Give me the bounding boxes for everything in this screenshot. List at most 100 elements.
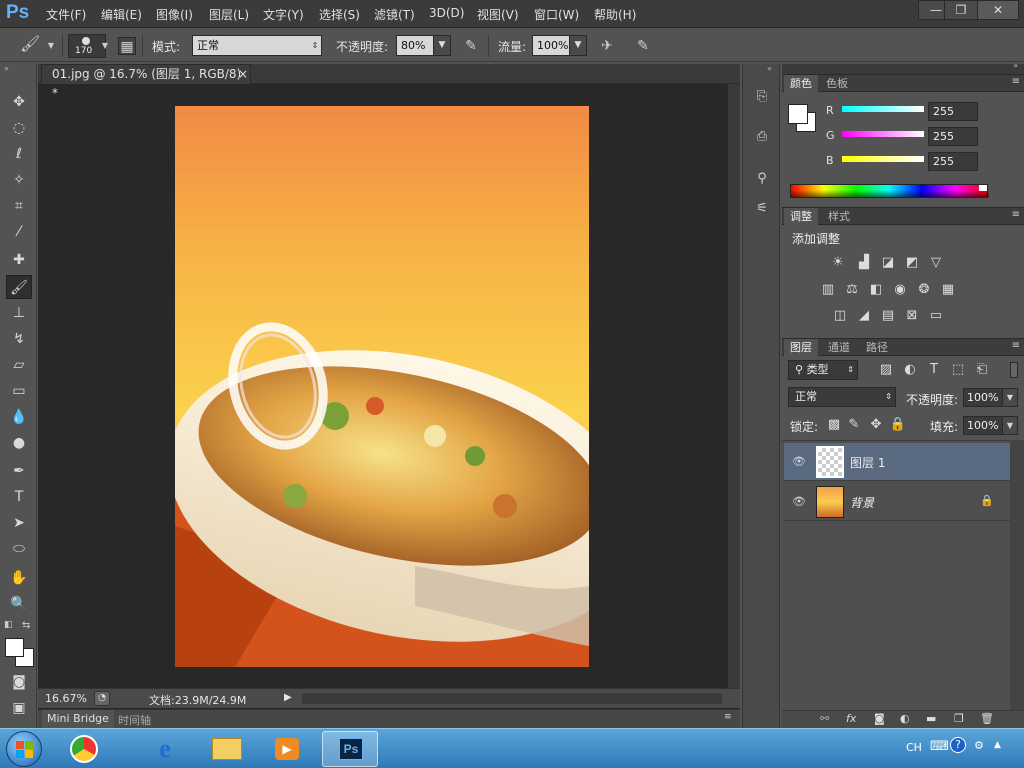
tab-mini-bridge[interactable]: Mini Bridge [42,710,114,728]
flow-dropdown-icon[interactable]: ▼ [569,35,587,56]
tab-styles[interactable]: 样式 [822,208,856,225]
green-slider[interactable] [842,131,924,137]
layer-filter-select[interactable]: ⚲ 类型 ⇕ [788,360,858,380]
zoom-level[interactable]: 16.67% [45,692,87,705]
layer-name[interactable]: 背景 [850,494,874,511]
layer-opacity-input[interactable]: 100% [963,388,1003,407]
layer-name[interactable]: 图层 1 [850,454,885,471]
adjustments-panel-menu-icon[interactable]: ≡ [1012,209,1020,220]
brush-preset-dropdown-icon[interactable]: ▼ [96,37,114,55]
tab-channels[interactable]: 通道 [822,339,856,356]
color-lookup-icon[interactable]: ▦ [938,281,958,299]
filter-shape-icon[interactable]: ⬚ [948,361,968,379]
menu-window[interactable]: 窗口(W) [534,6,579,23]
fill-dropdown-icon[interactable]: ▼ [1002,416,1018,435]
tool-preset-dropdown-icon[interactable]: ▼ [42,37,60,55]
selective-color-icon[interactable]: ⊠ [902,307,922,325]
tab-layers[interactable]: 图层 [784,339,818,356]
blue-slider[interactable] [842,156,924,162]
fill-input[interactable]: 100% [963,416,1003,435]
hue-saturation-icon[interactable]: ▥ [818,281,838,299]
color-spectrum-bar[interactable] [790,184,989,198]
image-canvas[interactable] [175,106,589,667]
help-icon[interactable]: ? [950,737,966,753]
layer-row-layer1[interactable]: 👁 图层 1 [784,443,1010,481]
eyedropper-tool-icon[interactable]: ⁄ [6,220,32,244]
brush-panel-icon[interactable]: ⚲ [751,168,773,190]
brush-tool-icon[interactable]: 🖌 [6,275,32,299]
levels-icon[interactable]: ▟ [854,254,874,272]
lock-image-icon[interactable]: ✎ [844,416,864,434]
spectrum-white-swatch[interactable] [979,185,987,191]
tray-settings-icon[interactable]: ⚙ [974,739,984,752]
menu-type[interactable]: 文字(Y) [263,6,304,23]
menu-image[interactable]: 图像(I) [156,6,193,23]
taskbar-ie-icon[interactable]: e [140,732,190,766]
gradient-map-icon[interactable]: ▭ [926,307,946,325]
hand-tool-icon[interactable]: ✋ [6,566,32,590]
layer-style-icon[interactable]: fx [846,712,856,725]
restore-button[interactable]: ❐ [944,0,978,20]
dodge-tool-icon[interactable]: ● [6,431,32,455]
eraser-tool-icon[interactable]: ▱ [6,353,32,377]
menu-layer[interactable]: 图层(L) [209,6,249,23]
taskbar-photoshop-active[interactable]: Ps [322,731,378,767]
status-menu-arrow-icon[interactable]: ▶ [284,692,292,703]
move-tool-icon[interactable]: ✥ [6,90,32,114]
menu-filter[interactable]: 滤镜(T) [374,6,415,23]
tab-color[interactable]: 颜色 [784,75,818,92]
lasso-tool-icon[interactable]: ℓ [6,142,32,166]
bottom-panel-menu-icon[interactable]: ≡ [724,712,732,722]
color-fg-swatch[interactable] [788,104,808,124]
layer-row-background[interactable]: 👁 背景 🔒 [784,483,1010,521]
menu-3d[interactable]: 3D(D) [429,6,464,20]
default-colors-icon[interactable]: ◧ [4,620,13,630]
channel-mixer-icon[interactable]: ❂ [914,281,934,299]
vertical-scrollbar[interactable] [727,84,740,688]
menu-edit[interactable]: 编辑(E) [101,6,142,23]
filter-adjustment-icon[interactable]: ◐ [900,361,920,379]
quick-mask-icon[interactable]: ◙ [6,670,32,694]
blur-tool-icon[interactable]: 💧 [6,405,32,429]
document-tab[interactable]: 01.jpg @ 16.7% (图层 1, RGB/8) * × [41,64,251,100]
tray-expand-icon[interactable]: ▲ [994,740,1001,750]
new-adjustment-layer-icon[interactable]: ◐ [900,712,910,725]
filter-smart-object-icon[interactable]: ⎗ [972,361,992,379]
swap-colors-icon[interactable]: ⇆ [22,620,30,631]
collapse-strip-icon[interactable]: « [767,64,772,73]
add-mask-icon[interactable]: ◙ [874,712,885,725]
collapse-toolbox-icon[interactable]: » [4,64,9,73]
pressure-size-icon[interactable]: ✎ [634,37,652,55]
foreground-color-swatch[interactable] [5,638,24,657]
color-balance-icon[interactable]: ⚖ [842,281,862,299]
invert-icon[interactable]: ◫ [830,307,850,325]
lock-position-icon[interactable]: ✥ [866,416,886,434]
layer-visibility-eye-icon[interactable]: 👁 [792,495,806,508]
pressure-opacity-icon[interactable]: ✎ [462,37,480,55]
brightness-contrast-icon[interactable]: ☀ [828,254,848,272]
posterize-icon[interactable]: ◢ [854,307,874,325]
flow-input[interactable]: 100% [532,35,570,56]
threshold-icon[interactable]: ▤ [878,307,898,325]
tab-timeline[interactable]: 时间轴 [118,712,151,728]
delete-layer-icon[interactable]: 🗑 [980,712,994,725]
pen-tool-icon[interactable]: ✒ [6,459,32,483]
status-preview-icon[interactable]: ◔ [94,691,110,706]
type-tool-icon[interactable]: T [6,485,32,509]
history-panel-icon[interactable]: ⎘ [751,86,773,108]
clone-stamp-tool-icon[interactable]: ⊥ [6,301,32,325]
opacity-dropdown-icon[interactable]: ▼ [433,35,451,56]
menu-help[interactable]: 帮助(H) [594,6,636,23]
filter-type-icon[interactable]: T [924,361,944,379]
document-tab-close-icon[interactable]: × [238,65,248,84]
crop-tool-icon[interactable]: ⌗ [6,194,32,218]
exposure-icon[interactable]: ◩ [902,254,922,272]
brush-panel-toggle-icon[interactable]: ▦ [118,37,136,55]
taskbar-explorer-icon[interactable] [202,732,252,766]
path-select-tool-icon[interactable]: ➤ [6,511,32,535]
zoom-tool-icon[interactable]: 🔍 [6,592,32,616]
lock-all-icon[interactable]: 🔒 [888,416,908,434]
color-panel-menu-icon[interactable]: ≡ [1012,76,1020,87]
filter-pixel-icon[interactable]: ▨ [876,361,896,379]
taskbar-media-icon[interactable]: ▶ [262,732,312,766]
